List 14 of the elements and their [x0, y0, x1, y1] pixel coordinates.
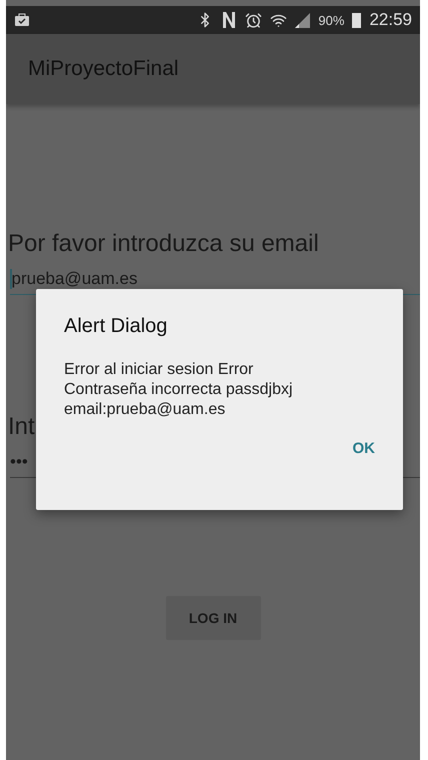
ok-button[interactable]: OK: [342, 434, 385, 463]
nfc-icon: [221, 11, 238, 29]
app-title: MiProyectoFinal: [28, 57, 179, 81]
battery-percentage: 90%: [318, 12, 344, 28]
briefcase-check-icon: [14, 12, 30, 28]
login-button[interactable]: LOG IN: [166, 596, 260, 640]
battery-icon: [352, 12, 362, 28]
password-label: Int: [8, 413, 36, 441]
clock-time: 22:59: [369, 10, 412, 30]
email-label: Por favor introduzca su email: [8, 230, 320, 258]
dialog-message: Error al iniciar sesion Error Contraseña incorrecta passdjbxj email:prueba@uam.es: [64, 360, 294, 420]
signal-icon: [295, 12, 310, 28]
alarm-icon: [245, 12, 262, 28]
dialog-title: Alert Dialog: [64, 315, 168, 338]
